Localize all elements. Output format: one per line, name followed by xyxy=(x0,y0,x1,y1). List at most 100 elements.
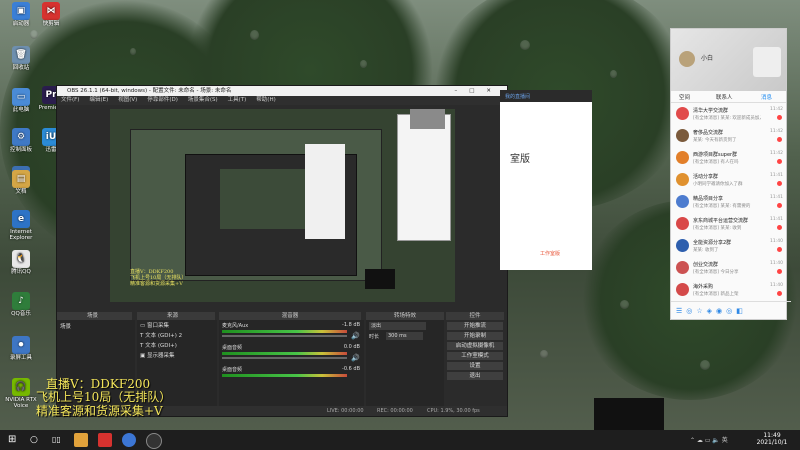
window-controls[interactable]: –□✕ xyxy=(454,86,503,96)
desktop-icon[interactable]: ♪ QQ音乐 xyxy=(4,292,38,317)
mixer-channel-name: 桌面音频 xyxy=(222,345,243,351)
transition-select[interactable]: 淡出 xyxy=(369,322,426,330)
studio-tab[interactable]: 工作室版 xyxy=(540,250,560,257)
menu-help[interactable]: 帮助(H) xyxy=(256,96,275,105)
qq-toolbar[interactable]: ☰◎☆◈◉◎◧ xyxy=(671,301,791,320)
start-streaming-button[interactable]: 开始推流 xyxy=(447,322,503,330)
unread-badge xyxy=(777,115,782,120)
tray-clock[interactable]: 11:49 2021/10/1 xyxy=(752,432,792,446)
obs-window[interactable]: OBS 26.1.1 (64-bit, windows) - 配置文件: 未命名… xyxy=(56,85,508,417)
desktop-app-icon: 🎧 xyxy=(12,378,30,396)
file-explorer-icon[interactable] xyxy=(74,433,88,447)
chat-name: 奢侈品交流群 xyxy=(693,130,724,136)
preview-canvas[interactable]: 直播V：DDKF200 飞机上号10局（无排队） 精准客源和货源采集+V xyxy=(110,109,455,302)
desktop-icon-label: 此电脑 xyxy=(12,107,30,113)
transitions-panel: 淡出 时长 300 ms xyxy=(366,320,444,406)
qq-window[interactable]: 小白 空间 联系人 消息 清华大学交流群 [有全体消息] 某某: 欢迎新成员加入 1… xyxy=(670,28,791,320)
chat-row[interactable]: 活动分享群 小明同学邀请你加入了群 11:41 xyxy=(671,170,786,190)
desktop-icon[interactable]: ⏺ 录屏工具 xyxy=(4,336,38,361)
obs-icon[interactable] xyxy=(146,433,162,449)
volume-slider[interactable] xyxy=(222,335,347,337)
windows-start-icon[interactable]: ⊞ xyxy=(8,433,22,447)
chat-time: 11:41 xyxy=(770,217,783,222)
chat-preview: [有全体消息] 新品上架 xyxy=(693,292,739,297)
desktop-icon[interactable]: 🗑 回收站 xyxy=(4,46,38,71)
source-item[interactable]: ▭ 窗口采集 xyxy=(137,320,217,330)
studio-mode-button[interactable]: 工作室模式 xyxy=(447,352,503,360)
desktop-icon[interactable]: ▭ 此电脑 xyxy=(4,88,38,113)
unread-badge xyxy=(777,225,782,230)
desktop-app-icon: ⏺ xyxy=(12,336,30,354)
tray-icons[interactable]: ⌃ ☁ ▭ 🔈 英 xyxy=(690,435,728,444)
menu-view[interactable]: 视图(V) xyxy=(118,96,137,105)
desktop-icon[interactable]: ⋈ 快剪辑 xyxy=(34,2,68,27)
my-live-room-link[interactable]: 我的直播间 xyxy=(505,93,530,100)
scene-item[interactable]: 场景 xyxy=(57,320,135,332)
qq-tabs: 空间 联系人 消息 xyxy=(671,91,786,103)
chat-preview: [有全体消息] 今日分享 xyxy=(693,270,739,275)
desktop-icon[interactable]: ▤ 文档 xyxy=(4,170,38,195)
menu-docks[interactable]: 停靠部件(D) xyxy=(147,96,178,105)
tab-space[interactable]: 空间 xyxy=(679,93,690,101)
volume-meter xyxy=(222,352,347,355)
cloud-icon[interactable] xyxy=(753,47,781,77)
chat-row[interactable]: 创业交流群 [有全体消息] 今日分享 11:40 xyxy=(671,258,786,278)
settings-button[interactable]: 设置 xyxy=(447,362,503,370)
desktop-icon-label: 腾讯QQ xyxy=(11,269,31,275)
unread-badge xyxy=(777,247,782,252)
chat-row[interactable]: 海外采购 [有全体消息] 新品上架 11:40 xyxy=(671,280,786,300)
desktop-icon-label: 控制面板 xyxy=(9,147,32,153)
task-view-icon[interactable]: ▯▯ xyxy=(52,433,66,447)
chat-name: 全能资源分享2群 xyxy=(693,240,732,246)
chat-row[interactable]: 全能资源分享2群 某某: 收到了 11:40 xyxy=(671,236,786,256)
desktop-icon[interactable]: 🐧 腾讯QQ xyxy=(4,250,38,275)
chat-time: 11:40 xyxy=(770,239,783,244)
chat-row[interactable]: 奢侈品交流群 某某: 今天有新货到了 11:42 xyxy=(671,126,786,146)
tray-date: 2021/10/1 xyxy=(756,439,788,446)
live-status: LIVE: 00:00:00 xyxy=(327,408,364,414)
menu-tools[interactable]: 工具(T) xyxy=(228,96,247,105)
source-item[interactable]: T 文本 (GDI+) 2 xyxy=(137,330,217,340)
speaker-icon[interactable]: 🔊 xyxy=(351,354,360,362)
virtual-camera-button[interactable]: 启动虚拟摄像机 xyxy=(447,342,503,350)
exit-button[interactable]: 退出 xyxy=(447,372,503,380)
tab-messages[interactable]: 消息 xyxy=(761,93,772,101)
chat-preview: 某某: 今天有新货到了 xyxy=(693,138,737,143)
menu-scene-collection[interactable]: 场景集合(S) xyxy=(188,96,218,105)
menu-edit[interactable]: 编辑(E) xyxy=(89,96,108,105)
chat-avatar xyxy=(676,239,689,252)
browser-icon[interactable] xyxy=(122,433,136,447)
source-item[interactable]: ▣ 显示器采集 xyxy=(137,350,217,360)
qq-username: 小白 xyxy=(701,55,714,62)
desktop-icon[interactable]: e Internet Explorer xyxy=(4,210,38,241)
app-icon[interactable] xyxy=(98,433,112,447)
desktop-icon[interactable]: 🎧 NVIDIA RTX Voice xyxy=(4,378,38,409)
taskbar: ⊞ ○ ▯▯ ⌃ ☁ ▭ 🔈 英 11:49 2021/10/1 xyxy=(0,430,800,450)
cpu-status: CPU: 1.9%, 30.00 fps xyxy=(427,408,480,414)
search-icon[interactable]: ○ xyxy=(30,433,44,447)
chat-avatar xyxy=(676,107,689,120)
desktop-icon[interactable]: ▣ 启动器 xyxy=(4,2,38,27)
chat-row[interactable]: 精品项目分享 [有全体消息] 某某: 有需要的 11:41 xyxy=(671,192,786,212)
source-item[interactable]: T 文本 (GDI+) xyxy=(137,340,217,350)
desktop-app-icon: ⋈ xyxy=(42,2,60,20)
chat-row[interactable]: 京东商城平台运营交流群 [有全体消息] 某某: 收到 11:41 xyxy=(671,214,786,234)
menu-file[interactable]: 文件(F) xyxy=(61,96,79,105)
speaker-icon[interactable]: 🔊 xyxy=(351,332,360,340)
duration-input[interactable]: 300 ms xyxy=(386,332,423,340)
start-recording-button[interactable]: 开始录制 xyxy=(447,332,503,340)
chat-row[interactable]: 清华大学交流群 [有全体消息] 某某: 欢迎新成员加入 11:42 xyxy=(671,104,786,124)
chat-row[interactable]: 西游项目群super群 [有全体消息] 有人在吗 11:42 xyxy=(671,148,786,168)
chat-time: 11:41 xyxy=(770,195,783,200)
unread-badge xyxy=(777,203,782,208)
volume-slider[interactable] xyxy=(222,357,347,359)
desktop-app-icon: 🐧 xyxy=(12,250,30,268)
browser-window[interactable]: 我的直播间 室版 工作室版 xyxy=(500,90,592,270)
desktop-icon[interactable]: ⚙ 控制面板 xyxy=(4,128,38,153)
tab-contacts[interactable]: 联系人 xyxy=(716,93,733,101)
chat-time: 11:42 xyxy=(770,151,783,156)
window-titlebar[interactable]: OBS 26.1.1 (64-bit, windows) - 配置文件: 未命名… xyxy=(57,86,507,96)
menu-bar: 文件(F) 编辑(E) 视图(V) 停靠部件(D) 场景集合(S) 工具(T) … xyxy=(57,96,507,105)
avatar[interactable] xyxy=(679,51,695,67)
mixer-channel-db: -0.6 dB xyxy=(342,366,360,372)
